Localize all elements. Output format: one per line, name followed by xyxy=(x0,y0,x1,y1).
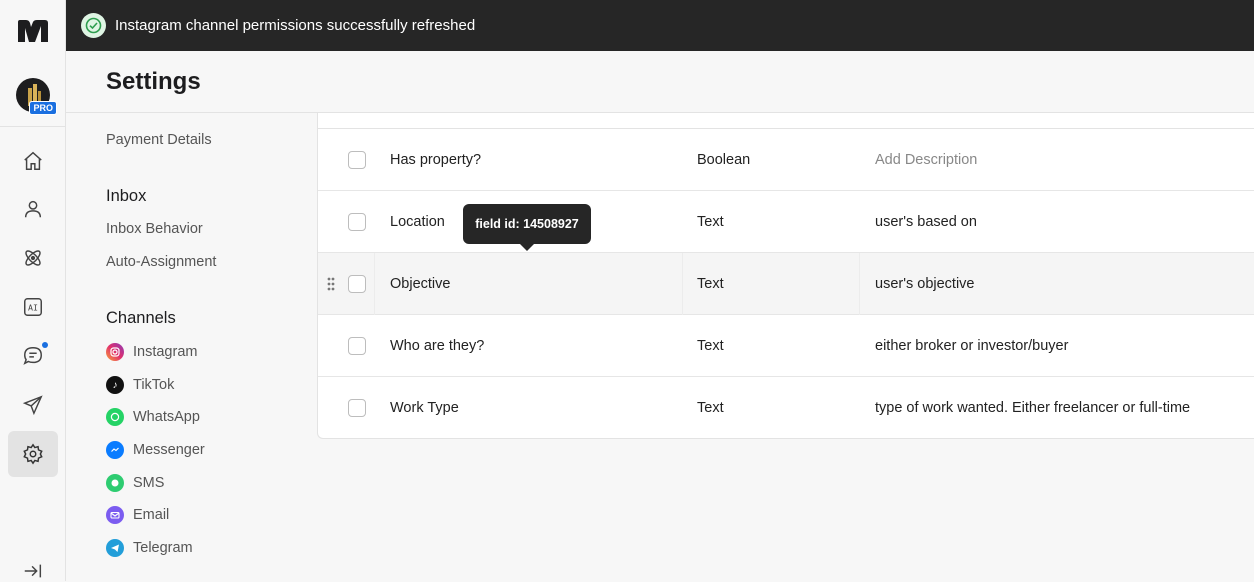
channel-label: Instagram xyxy=(133,344,198,360)
field-id-tooltip: field id: 14508927 xyxy=(463,204,591,251)
sidebar-item-tiktok[interactable]: ♪ TikTok xyxy=(106,376,174,394)
home-icon xyxy=(24,151,42,170)
toast-message: Instagram channel permissions successful… xyxy=(115,17,476,34)
contacts-icon xyxy=(24,200,42,218)
sidebar-item-payment-details[interactable]: Payment Details xyxy=(106,132,212,148)
field-description[interactable]: type of work wanted. Either freelancer o… xyxy=(875,400,1190,416)
field-name[interactable]: Work Type xyxy=(390,400,459,416)
icon-rail: PRO AI xyxy=(0,0,66,581)
instagram-icon xyxy=(106,343,124,361)
channel-label: Email xyxy=(133,507,170,523)
success-toast: Instagram channel permissions successful… xyxy=(66,0,1254,51)
tiktok-icon: ♪ xyxy=(106,376,124,394)
row-checkbox[interactable] xyxy=(348,399,366,417)
row-checkbox[interactable] xyxy=(348,151,366,169)
nav-ai[interactable]: AI xyxy=(8,284,58,330)
nav-inbox[interactable] xyxy=(8,333,58,379)
field-description[interactable]: user's objective xyxy=(875,276,974,292)
settings-gear-icon xyxy=(23,443,43,465)
check-circle-icon xyxy=(81,13,106,38)
channel-label: SMS xyxy=(133,475,165,491)
telegram-icon xyxy=(106,539,124,557)
custom-fields-table: Has property? Boolean Add Description Lo… xyxy=(317,113,1254,439)
field-name[interactable]: Who are they? xyxy=(390,338,484,354)
channel-label: WhatsApp xyxy=(133,409,200,425)
nav-settings[interactable] xyxy=(8,431,58,477)
inbox-chat-icon xyxy=(23,347,42,365)
channel-label: Messenger xyxy=(133,442,205,458)
field-name[interactable]: Has property? xyxy=(390,152,481,168)
table-row[interactable]: Objective Text user's objective xyxy=(318,253,1254,315)
sidebar-heading-channels: Channels xyxy=(106,309,176,327)
column-divider xyxy=(859,253,860,315)
page-title: Settings xyxy=(106,68,201,95)
page-header: Settings xyxy=(66,51,1254,113)
table-row[interactable]: Has property? Boolean Add Description xyxy=(318,129,1254,191)
tooltip-arrow xyxy=(520,244,534,251)
field-description[interactable]: user's based on xyxy=(875,214,977,230)
settings-sidebar: Payment Details Inbox Inbox Behavior Aut… xyxy=(66,113,318,581)
rail-divider xyxy=(0,126,66,127)
sms-icon xyxy=(106,474,124,492)
nav-broadcasts[interactable] xyxy=(8,382,58,428)
table-row[interactable]: Location Text user's based on xyxy=(318,191,1254,253)
sidebar-item-email[interactable]: Email xyxy=(106,506,169,524)
channel-label: TikTok xyxy=(133,377,175,393)
sidebar-item-whatsapp[interactable]: WhatsApp xyxy=(106,408,200,426)
whatsapp-icon xyxy=(106,408,124,426)
sidebar-item-messenger[interactable]: Messenger xyxy=(106,441,205,459)
field-type: Text xyxy=(697,338,724,354)
column-divider xyxy=(374,253,375,315)
field-description[interactable]: either broker or investor/buyer xyxy=(875,338,1068,354)
drag-handle-icon[interactable] xyxy=(327,276,335,292)
field-type: Text xyxy=(697,214,724,230)
workflows-icon xyxy=(25,250,41,266)
unread-dot xyxy=(42,342,48,348)
field-name[interactable]: Location xyxy=(390,214,445,230)
sidebar-item-instagram[interactable]: Instagram xyxy=(106,343,197,361)
email-icon xyxy=(106,506,124,524)
field-type: Boolean xyxy=(697,152,751,168)
nav-contacts[interactable] xyxy=(8,186,58,232)
field-type: Text xyxy=(697,276,724,292)
table-top-border xyxy=(318,113,1254,129)
tooltip-text: field id: 14508927 xyxy=(475,217,579,231)
collapse-arrow-icon xyxy=(24,564,42,578)
svg-text:AI: AI xyxy=(28,303,38,313)
row-checkbox[interactable] xyxy=(348,213,366,231)
messenger-icon xyxy=(106,441,124,459)
channel-label: Telegram xyxy=(133,540,193,556)
collapse-sidebar-button[interactable] xyxy=(8,560,58,581)
workspace-avatar[interactable]: PRO xyxy=(16,78,57,115)
table-row[interactable]: Who are they? Text either broker or inve… xyxy=(318,315,1254,377)
manychat-logo[interactable] xyxy=(0,0,66,62)
row-checkbox[interactable] xyxy=(348,337,366,355)
sidebar-item-auto-assignment[interactable]: Auto-Assignment xyxy=(106,254,216,270)
sidebar-item-sms[interactable]: SMS xyxy=(106,474,164,492)
field-description[interactable]: Add Description xyxy=(875,152,977,168)
sidebar-item-inbox-behavior[interactable]: Inbox Behavior xyxy=(106,221,203,237)
pro-badge: PRO xyxy=(29,101,57,115)
broadcast-send-icon xyxy=(22,395,43,416)
sidebar-heading-inbox: Inbox xyxy=(106,187,147,205)
nav-automation[interactable] xyxy=(8,235,58,281)
field-name[interactable]: Objective xyxy=(390,276,450,292)
column-divider xyxy=(682,253,683,315)
row-checkbox[interactable] xyxy=(348,275,366,293)
table-row[interactable]: Work Type Text type of work wanted. Eith… xyxy=(318,377,1254,439)
nav-home[interactable] xyxy=(8,138,58,184)
sidebar-item-telegram[interactable]: Telegram xyxy=(106,539,193,557)
field-type: Text xyxy=(697,400,724,416)
ai-icon: AI xyxy=(24,298,42,316)
